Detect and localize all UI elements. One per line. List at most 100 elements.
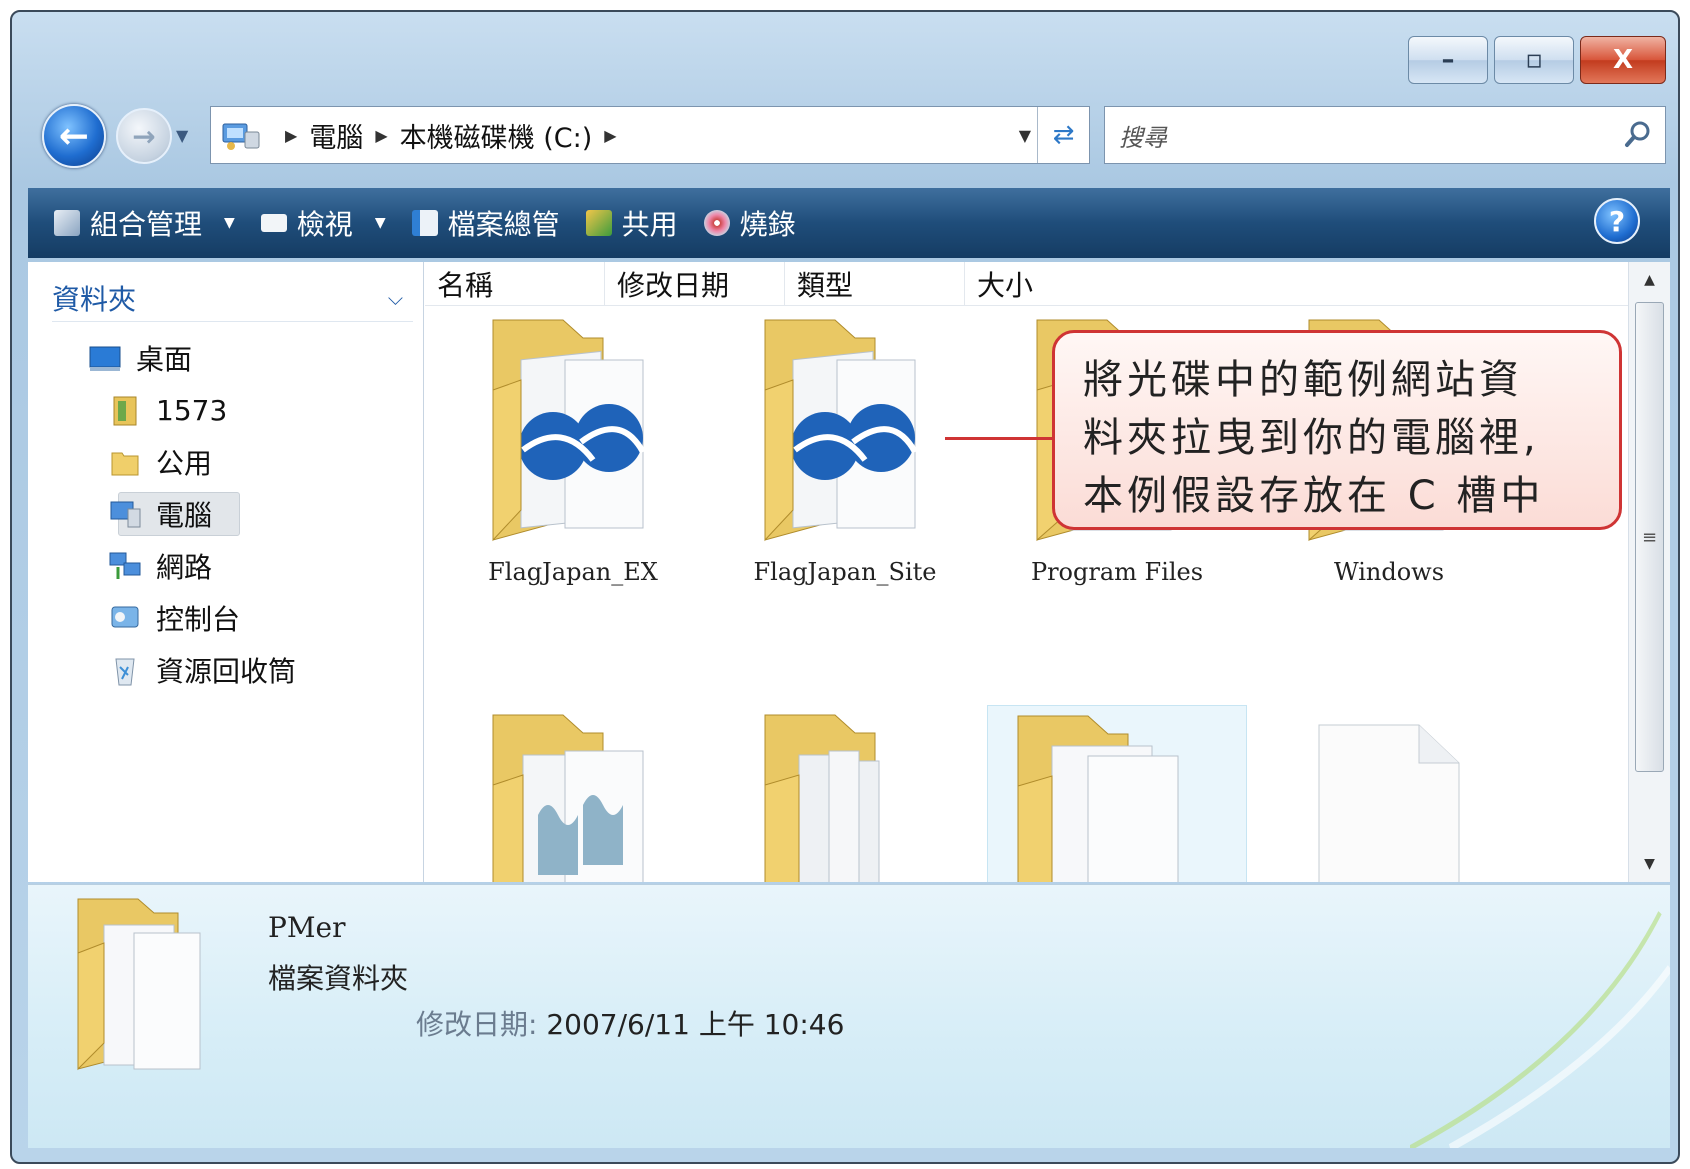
- file-item[interactable]: [715, 705, 975, 882]
- detail-type: 檔案資料夾: [268, 962, 409, 995]
- explorer-icon: [411, 210, 438, 236]
- tree-item-control-panel[interactable]: 控制台: [28, 592, 423, 644]
- tree-item-label: 公用: [156, 447, 213, 480]
- tree-item-recycle-bin[interactable]: 資源回收筒: [28, 644, 423, 696]
- close-button[interactable]: X: [1580, 36, 1666, 84]
- chevron-down-icon: ▼: [224, 215, 235, 231]
- views-label: 檢視: [296, 208, 353, 241]
- explore-label: 檔案總管: [447, 208, 560, 241]
- column-label: 修改日期: [617, 268, 730, 302]
- document-folder-icon: [1017, 715, 1179, 882]
- file-item[interactable]: FlagJapan_Site: [715, 310, 975, 640]
- folder-icon: [77, 898, 201, 1071]
- scroll-up-icon[interactable]: ▲: [1629, 262, 1670, 298]
- annotation-callout: 將光碟中的範例網站資 料夾拉曳到你的電腦裡, 本例假設存放在 C 槽中: [1052, 330, 1622, 530]
- search-icon[interactable]: [1623, 119, 1653, 149]
- address-bar[interactable]: ▶ 電腦 ▶ 本機磁碟機 (C:) ▶ ▼ ⇄: [210, 106, 1090, 164]
- tree-item-computer[interactable]: 電腦: [28, 488, 423, 540]
- image-folder-icon: [492, 714, 644, 882]
- history-dropdown-icon[interactable]: ▼: [176, 126, 188, 145]
- column-type[interactable]: 類型: [785, 262, 965, 305]
- file-item[interactable]: [443, 705, 703, 882]
- file-name: Windows: [1333, 558, 1445, 586]
- breadcrumb-drive-c[interactable]: 本機磁碟機 (C:): [400, 116, 593, 155]
- folders-header[interactable]: 資料夾 ⌵: [52, 274, 413, 322]
- organize-menu[interactable]: 組合管理 ▼: [54, 203, 235, 243]
- callout-line-1: 將光碟中的範例網站資: [1083, 357, 1523, 403]
- tree-item-desktop[interactable]: 桌面: [28, 332, 423, 384]
- column-headers: 名稱 修改日期 類型 大小: [425, 262, 1628, 306]
- tree-item-user[interactable]: 1573: [28, 384, 423, 436]
- breadcrumb-separator-icon: ▶: [604, 125, 617, 145]
- chevron-down-icon: ⌵: [387, 285, 403, 310]
- chevron-down-icon: ▼: [374, 215, 386, 231]
- burn-button[interactable]: 燒錄: [703, 203, 796, 243]
- address-dropdown-icon[interactable]: ▼: [1019, 126, 1031, 145]
- disc-icon: [703, 210, 730, 236]
- explore-button[interactable]: 檔案總管: [411, 203, 560, 243]
- desktop-icon: [89, 346, 121, 371]
- column-modified[interactable]: 修改日期: [605, 262, 785, 305]
- tree-item-label: 1573: [156, 393, 228, 427]
- minimize-button[interactable]: –: [1408, 36, 1488, 84]
- tree-item-label: 資源回收筒: [156, 655, 297, 688]
- forward-button[interactable]: →: [116, 108, 172, 164]
- vertical-scrollbar[interactable]: ▲ ≡ ▼: [1628, 262, 1670, 882]
- folder-icon: [764, 714, 880, 882]
- detail-name: PMer: [268, 911, 346, 944]
- explorer-window: – ▫ X ← → ▼ ▶ 電腦 ▶ 本機磁碟機 (C:) ▶ ▼ ⇄ 搜尋 組…: [10, 10, 1680, 1164]
- file-name: Program Files: [1030, 558, 1204, 586]
- column-label: 大小: [977, 268, 1034, 302]
- share-button[interactable]: 共用: [585, 203, 678, 243]
- burn-label: 燒錄: [739, 208, 796, 241]
- caption-buttons: – ▫ X: [1408, 36, 1666, 84]
- help-icon: ?: [1608, 204, 1626, 238]
- share-icon: [585, 210, 612, 236]
- column-name[interactable]: 名稱: [425, 262, 605, 305]
- organize-icon: [54, 210, 80, 236]
- tree-item-public[interactable]: 公用: [28, 436, 423, 488]
- control-panel-icon: [111, 606, 139, 628]
- breadcrumb-separator-icon: ▶: [375, 125, 388, 145]
- folder-tree: 桌面 1573 公用 電腦 網路 控制台 資源回收筒: [28, 332, 423, 696]
- tree-item-label: 電腦: [156, 499, 213, 532]
- user-folder-icon: [113, 396, 137, 426]
- column-label: 名稱: [437, 268, 494, 302]
- tree-item-network[interactable]: 網路: [28, 540, 423, 592]
- grip-icon: ≡: [1641, 526, 1658, 548]
- callout-line-3: 本例假設存放在 C 槽中: [1083, 473, 1545, 519]
- file-item[interactable]: FlagJapan_EX: [443, 310, 703, 640]
- file-item[interactable]: [1259, 705, 1519, 882]
- help-button[interactable]: ?: [1594, 198, 1640, 244]
- breadcrumb-computer[interactable]: 電腦: [309, 116, 363, 155]
- tree-item-label: 桌面: [136, 343, 193, 376]
- search-placeholder: 搜尋: [1119, 123, 1167, 152]
- scroll-down-icon[interactable]: ▼: [1629, 846, 1670, 882]
- navigation-bar: ← → ▼ ▶ 電腦 ▶ 本機磁碟機 (C:) ▶ ▼ ⇄ 搜尋: [34, 100, 1666, 172]
- refresh-icon: ⇄: [1052, 120, 1075, 150]
- column-size[interactable]: 大小: [965, 262, 1165, 305]
- refresh-button[interactable]: ⇄: [1037, 107, 1089, 163]
- folders-header-label: 資料夾: [52, 282, 137, 316]
- detail-modified-value: 2007/6/11 上午 10:46: [546, 1008, 845, 1041]
- file-item-selected[interactable]: [987, 705, 1247, 882]
- maximize-button[interactable]: ▫: [1494, 36, 1574, 84]
- column-label: 類型: [797, 268, 854, 302]
- back-arrow-icon: ←: [58, 115, 90, 157]
- tree-item-label: 控制台: [156, 603, 241, 636]
- search-box[interactable]: 搜尋: [1104, 106, 1666, 164]
- back-button[interactable]: ←: [42, 104, 106, 168]
- detail-modified: 修改日期: 2007/6/11 上午 10:46: [416, 1003, 844, 1043]
- web-folder-icon: [492, 319, 646, 542]
- views-menu[interactable]: 檢視 ▼: [260, 203, 386, 243]
- scroll-thumb[interactable]: ≡: [1635, 302, 1664, 772]
- public-folder-icon: [111, 452, 139, 476]
- share-label: 共用: [621, 208, 678, 241]
- blank-file-icon: [1318, 724, 1460, 882]
- views-icon: [260, 214, 287, 232]
- file-name: FlagJapan_Site: [753, 558, 937, 586]
- callout-pointer: [945, 437, 1053, 440]
- command-toolbar: 組合管理 ▼ 檢視 ▼ 檔案總管 共用 燒錄 ?: [28, 188, 1670, 258]
- computer-icon: [222, 123, 260, 150]
- recycle-bin-icon: [115, 658, 135, 686]
